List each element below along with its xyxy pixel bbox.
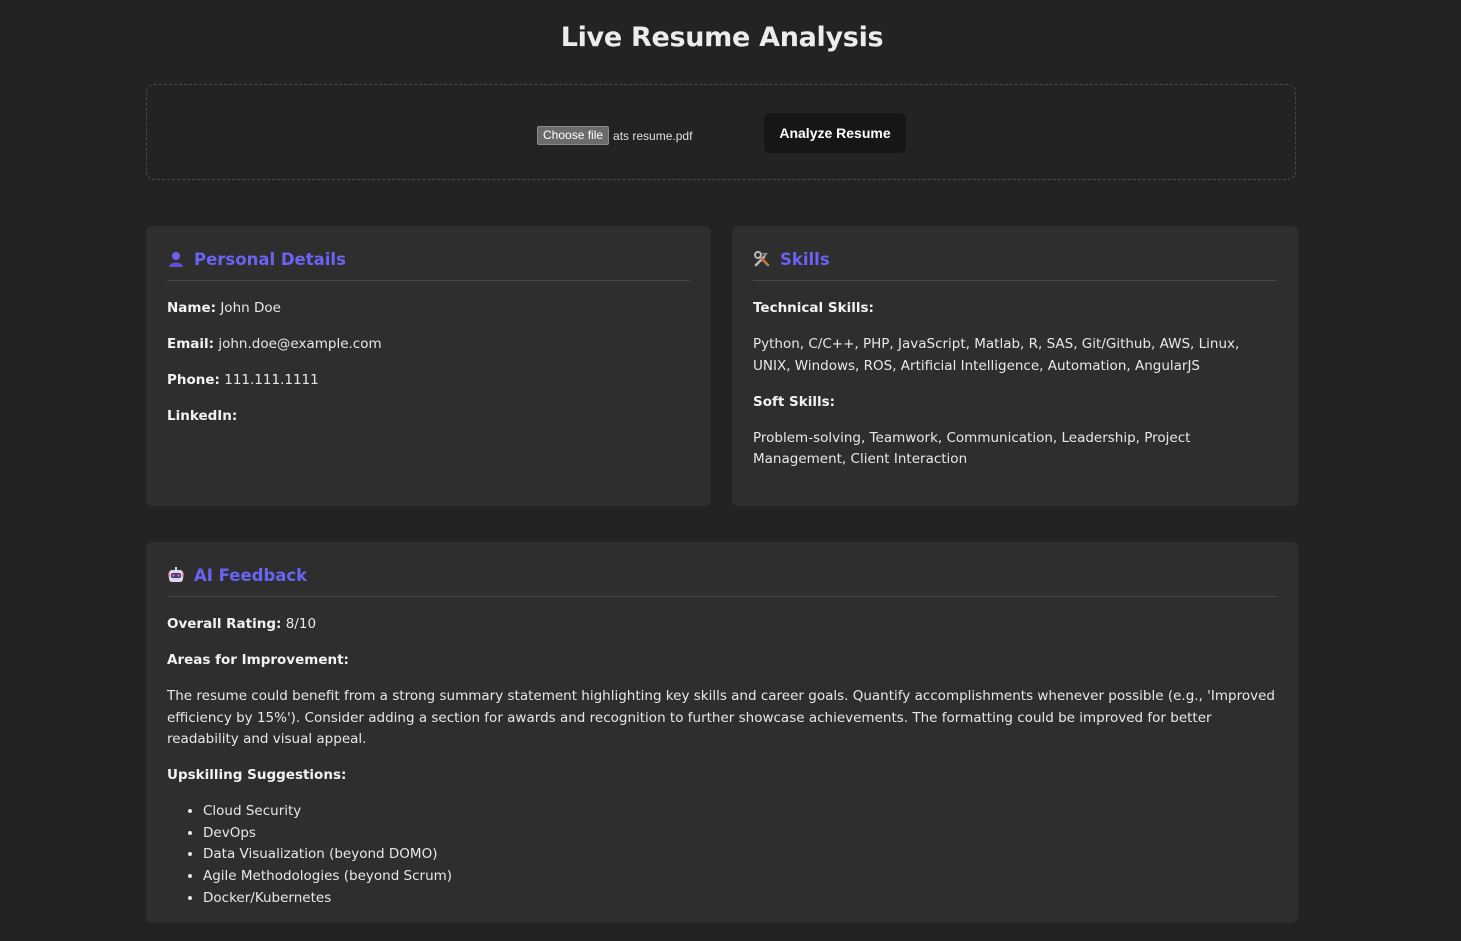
improvement-heading: Areas for Improvement: [167,652,349,668]
linkedin-label: LinkedIn: [167,408,238,424]
selected-file-name: ats resume.pdf [613,128,693,143]
overall-rating-field: Overall Rating: 8/10 [167,614,1277,636]
name-value: John Doe [220,300,281,316]
skills-card: Skills Technical Skills: Python, C/C++, … [732,226,1298,506]
upload-area: Choose file ats resume.pdf Analyze Resum… [146,84,1296,180]
skills-title: Skills [780,249,830,269]
personal-details-header: Personal Details [167,226,690,281]
upskilling-heading: Upskilling Suggestions: [167,767,347,783]
technical-skills-heading: Technical Skills: [753,300,874,316]
overall-rating-label: Overall Rating: [167,616,282,632]
list-item: Agile Methodologies (beyond Scrum) [203,866,1277,888]
improvement-label: Areas for Improvement: [167,650,1277,672]
phone-label: Phone: [167,372,220,388]
soft-skills-value: Problem-solving, Teamwork, Communication… [753,429,1191,468]
analyze-resume-button[interactable]: Analyze Resume [764,113,906,153]
ai-feedback-card: AI Feedback Overall Rating: 8/10 Areas f… [146,542,1298,923]
upskilling-label: Upskilling Suggestions: [167,765,1277,787]
list-item: DevOps [203,823,1277,845]
tools-icon [753,250,771,268]
personal-details-title: Personal Details [194,249,346,269]
overall-rating-value: 8/10 [285,616,317,632]
email-label: Email: [167,336,215,352]
personal-details-card: Personal Details Name: John Doe Email: j… [146,226,711,506]
list-item: Cloud Security [203,801,1277,823]
soft-skills-label: Soft Skills: [753,392,1277,414]
ai-feedback-header: AI Feedback [167,542,1277,597]
technical-skills-value: Python, C/C++, PHP, JavaScript, Matlab, … [753,336,1240,374]
linkedin-field: LinkedIn: [167,406,690,428]
soft-skills-heading: Soft Skills: [753,393,836,410]
phone-field: Phone: 111.111.1111 [167,370,690,392]
name-field: Name: John Doe [167,298,690,320]
email-value: john.doe@example.com [218,336,382,352]
person-icon [167,250,185,268]
technical-skills-label: Technical Skills: [753,298,1277,320]
improvement-text: The resume could benefit from a strong s… [167,688,1275,747]
upskilling-list: Cloud Security DevOps Data Visualization… [167,801,1277,910]
email-field: Email: john.doe@example.com [167,334,690,356]
choose-file-button[interactable]: Choose file [537,126,610,145]
skills-header: Skills [753,226,1277,281]
list-item: Docker/Kubernetes [203,888,1277,910]
name-label: Name: [167,300,217,316]
phone-value: 111.111.1111 [224,372,319,388]
file-picker[interactable]: Choose file ats resume.pdf [537,126,692,145]
ai-feedback-title: AI Feedback [194,565,308,585]
list-item: Data Visualization (beyond DOMO) [203,844,1277,866]
page-title: Live Resume Analysis [560,22,884,53]
robot-icon [167,566,185,584]
